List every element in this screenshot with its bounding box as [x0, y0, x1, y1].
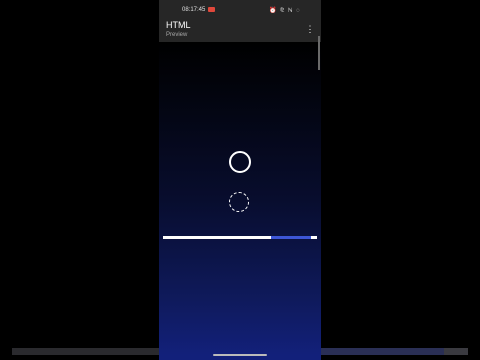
progress-accent	[271, 236, 311, 239]
status-bar: 08:17:45 ⏰ ⅊ ℕ ◌	[159, 0, 321, 20]
left-ambient-bar	[12, 348, 159, 355]
phone-screen: 08:17:45 ⏰ ⅊ ℕ ◌ HTML Preview ⋮	[159, 0, 321, 360]
scrollbar-thumb[interactable]	[318, 36, 320, 70]
status-time: 08:17:45	[182, 7, 206, 13]
solid-circle	[229, 151, 251, 173]
home-indicator[interactable]	[213, 354, 267, 356]
screen-record-icon	[208, 7, 215, 12]
right-ambient-bar-tail	[444, 348, 468, 355]
more-vert-icon[interactable]: ⋮	[305, 23, 315, 35]
dashed-circle	[229, 192, 249, 212]
app-bar: HTML Preview ⋮	[159, 20, 321, 42]
right-ambient-bar	[321, 348, 468, 355]
progress-track	[163, 236, 317, 239]
status-icons: ⏰ ⅊ ℕ ◌	[269, 8, 301, 14]
app-title: HTML	[166, 20, 191, 30]
app-subtitle: Preview	[166, 32, 188, 38]
video-frame: 08:17:45 ⏰ ⅊ ℕ ◌ HTML Preview ⋮	[0, 0, 480, 360]
